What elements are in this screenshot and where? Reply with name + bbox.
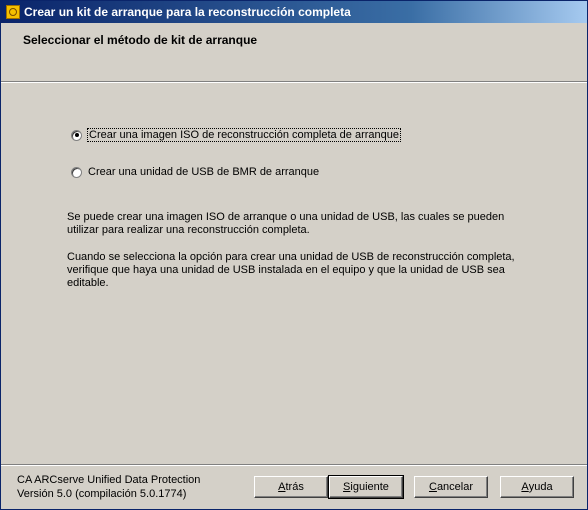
cancel-label-rest: ancelar — [436, 481, 474, 493]
radio-unselected-icon[interactable] — [71, 166, 82, 178]
next-label-rest: iguiente — [350, 481, 389, 493]
header-divider — [1, 81, 587, 83]
option-iso-image[interactable]: Crear una imagen ISO de reconstrucción c… — [71, 128, 402, 142]
app-icon — [6, 5, 20, 19]
page-title: Seleccionar el método de kit de arranque — [23, 33, 258, 47]
option-iso-label[interactable]: Crear una imagen ISO de reconstrucción c… — [86, 128, 402, 142]
product-version: Versión 5.0 (compilación 5.0.1774) — [17, 488, 187, 500]
next-mnemonic: S — [343, 481, 351, 493]
title-bar[interactable]: Crear un kit de arranque para la reconst… — [1, 1, 587, 23]
next-button[interactable]: Siguiente — [328, 475, 404, 499]
option-usb-label[interactable]: Crear una unidad de USB de BMR de arranq… — [88, 166, 319, 178]
cancel-button[interactable]: Cancelar — [414, 476, 488, 498]
wizard-header: Seleccionar el método de kit de arranque — [1, 23, 587, 80]
description-paragraph-2: Cuando se selecciona la opción para crea… — [67, 251, 515, 289]
option-usb-drive[interactable]: Crear una unidad de USB de BMR de arranq… — [71, 166, 319, 178]
help-label-rest: yuda — [528, 481, 553, 493]
radio-selected-icon[interactable] — [71, 129, 82, 141]
product-info: CA ARCserve Unified Data Protection Vers… — [17, 473, 200, 501]
product-name: CA ARCserve Unified Data Protection — [17, 474, 201, 486]
footer-divider — [1, 464, 587, 466]
window-title: Crear un kit de arranque para la reconst… — [24, 5, 351, 19]
cancel-mnemonic: C — [428, 481, 437, 493]
description-paragraph-1: Se puede crear una imagen ISO de arranqu… — [67, 211, 505, 236]
back-label-rest: trás — [285, 481, 304, 493]
back-button[interactable]: Atrás — [254, 476, 328, 498]
help-button[interactable]: Ayuda — [500, 476, 574, 498]
help-mnemonic: A — [521, 481, 529, 493]
back-mnemonic: A — [278, 481, 286, 493]
bootkit-wizard-window: Crear un kit de arranque para la reconst… — [0, 0, 588, 510]
